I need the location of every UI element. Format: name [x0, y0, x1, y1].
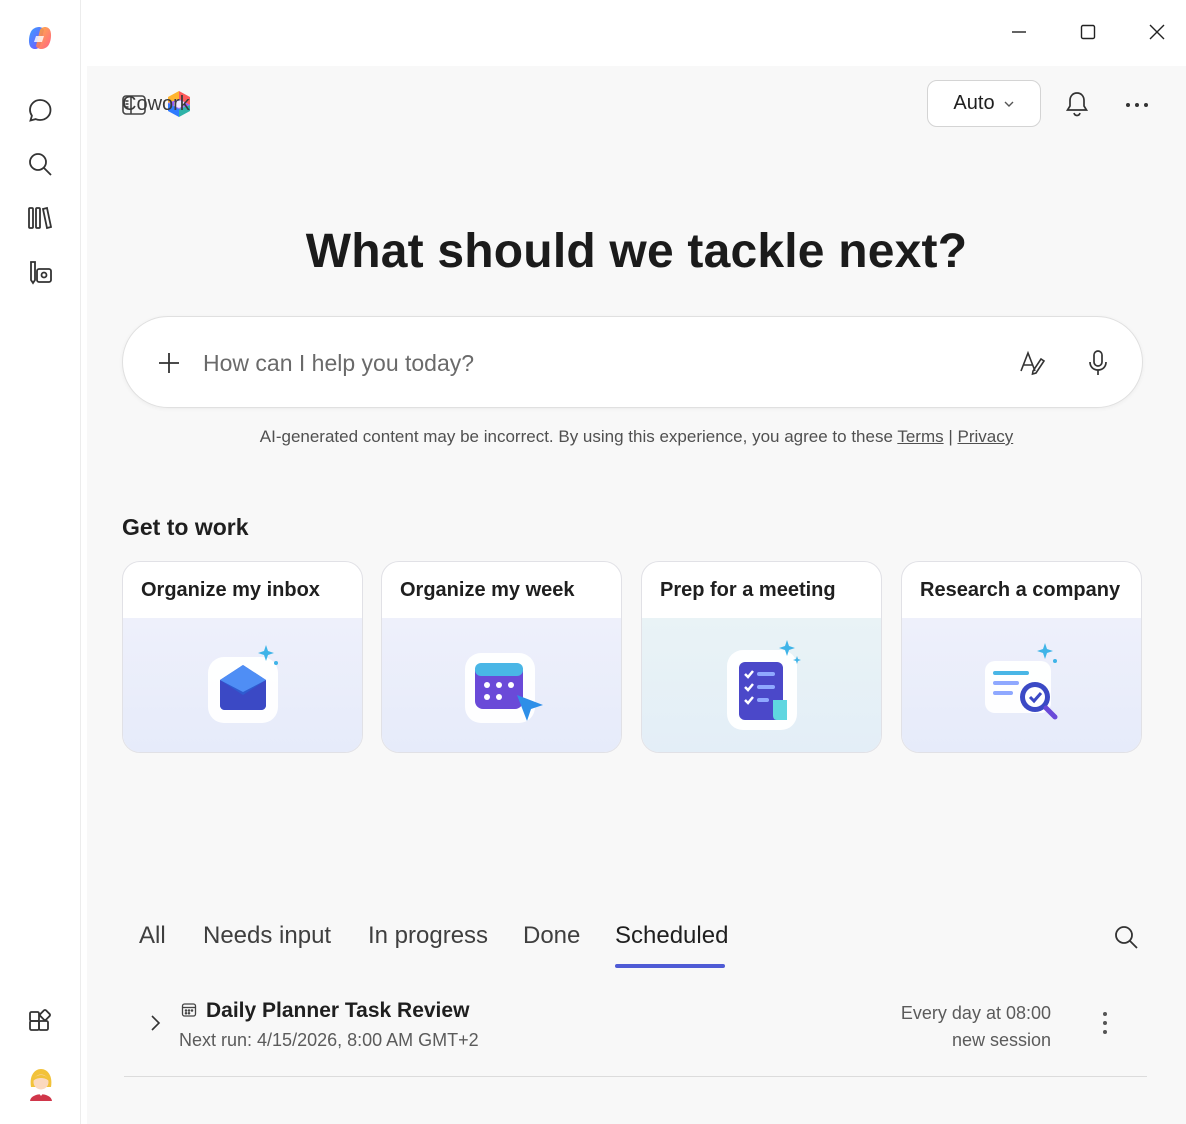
copilot-logo-icon[interactable] — [24, 22, 56, 54]
calendar-icon — [382, 618, 621, 752]
prompt-composer — [122, 316, 1143, 408]
hero-heading: What should we tackle next? — [305, 225, 968, 278]
more-options-icon[interactable] — [1122, 90, 1152, 120]
close-icon[interactable] — [1139, 14, 1175, 50]
tab-done[interactable]: Done — [523, 922, 580, 950]
microphone-icon[interactable] — [1082, 347, 1114, 379]
task-row[interactable]: Daily Planner Task Review Next run: 4/15… — [124, 988, 1147, 1077]
model-selector-button[interactable]: Auto — [927, 80, 1041, 127]
card-organize-inbox[interactable]: Organize my inbox — [122, 561, 363, 753]
minimize-icon[interactable] — [1001, 14, 1037, 50]
prompt-input[interactable] — [203, 343, 983, 383]
checklist-icon — [642, 618, 881, 752]
tab-in-progress[interactable]: In progress — [368, 922, 488, 950]
terms-link[interactable]: Terms — [897, 427, 943, 446]
maximize-icon[interactable] — [1070, 14, 1106, 50]
active-tab-indicator — [615, 964, 725, 968]
chevron-down-icon — [1004, 101, 1014, 107]
tab-all[interactable]: All — [139, 922, 166, 950]
card-label: Prep for a meeting — [660, 579, 836, 601]
card-label: Research a company — [920, 579, 1121, 601]
calendar-small-icon — [180, 1001, 198, 1019]
expand-chevron-icon[interactable] — [144, 1012, 166, 1034]
disclaimer: AI-generated content may be incorrect. B… — [87, 427, 1186, 447]
app-title: Cowork — [122, 93, 190, 115]
apps-icon[interactable] — [24, 1006, 56, 1038]
writing-style-icon[interactable] — [1016, 347, 1048, 379]
get-to-work-title: Get to work — [122, 514, 249, 540]
create-icon[interactable] — [24, 256, 56, 288]
card-prep-meeting[interactable]: Prep for a meeting — [641, 561, 882, 753]
disclaimer-text: AI-generated content may be incorrect. B… — [259, 427, 898, 446]
task-schedule: Every day at 08:00 new session — [901, 1000, 1051, 1054]
task-more-icon[interactable] — [1092, 1008, 1118, 1038]
bell-icon[interactable] — [1062, 89, 1092, 119]
envelope-icon — [123, 618, 362, 752]
library-icon[interactable] — [24, 202, 56, 234]
disclaimer-separator: | — [943, 427, 958, 446]
tab-needs-input[interactable]: Needs input — [203, 922, 331, 950]
title-bar — [81, 0, 1186, 66]
task-search-icon[interactable] — [1110, 921, 1142, 953]
task-next-run: Next run: 4/15/2026, 8:00 AM GMT+2 — [179, 1030, 479, 1050]
task-schedule-session: new session — [951, 1030, 1051, 1050]
plus-icon[interactable] — [155, 349, 183, 377]
model-selector-label: Auto — [953, 92, 995, 114]
avatar[interactable] — [24, 1066, 58, 1102]
search-icon[interactable] — [24, 148, 56, 180]
left-rail — [0, 0, 81, 1124]
task-title: Daily Planner Task Review — [206, 999, 470, 1022]
card-label: Organize my week — [400, 579, 575, 601]
chat-icon[interactable] — [24, 94, 56, 126]
task-schedule-frequency: Every day at 08:00 — [900, 1003, 1051, 1023]
card-research-company[interactable]: Research a company — [901, 561, 1142, 753]
card-organize-week[interactable]: Organize my week — [381, 561, 622, 753]
magnifier-document-icon — [902, 618, 1141, 752]
tab-scheduled[interactable]: Scheduled — [615, 922, 728, 950]
privacy-link[interactable]: Privacy — [957, 427, 1013, 446]
card-label: Organize my inbox — [141, 579, 320, 601]
